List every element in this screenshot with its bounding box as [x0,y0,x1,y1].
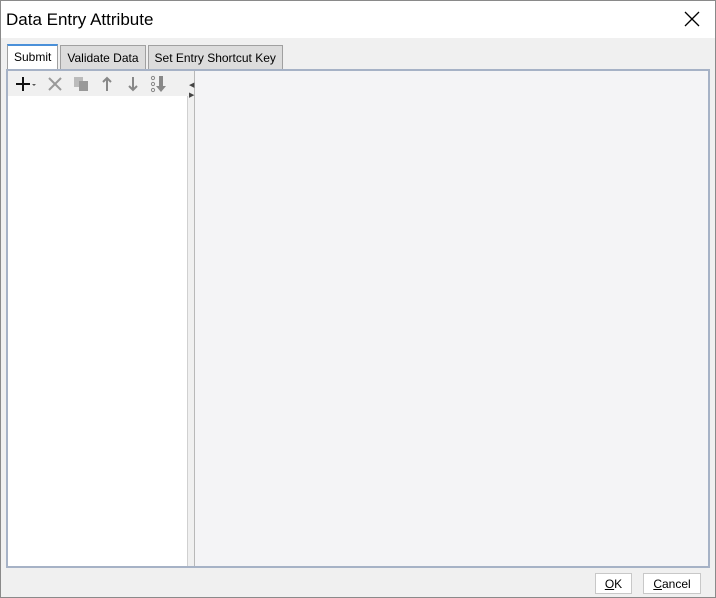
move-down-icon [128,76,138,91]
copy-icon [74,76,88,91]
delete-icon [48,76,62,91]
tab-validate-data[interactable]: Validate Data [60,45,146,70]
tab-submit[interactable]: Submit [7,44,59,70]
ok-mnemonic: O [604,576,615,591]
move-up-button[interactable] [96,74,118,94]
title-bar: Data Entry Attribute [1,1,715,38]
dialog-window: Data Entry Attribute Submit Validate Dat… [0,0,716,598]
cancel-label: ancel [661,576,691,591]
item-list-pane [8,71,188,566]
tab-content-panel: ◀ ▶ [6,69,710,568]
sort-icon [150,75,166,92]
copy-button[interactable] [70,74,92,94]
list-toolbar [8,71,188,96]
move-down-button[interactable] [122,74,144,94]
add-button[interactable] [14,74,40,94]
cancel-mnemonic: C [653,576,662,591]
collapse-left-icon[interactable]: ◀ [189,81,194,89]
cancel-button[interactable]: Cancel [643,573,701,594]
sort-button[interactable] [148,74,170,94]
dialog-title: Data Entry Attribute [6,10,154,29]
ok-label: K [614,576,623,591]
detail-pane [195,71,708,566]
tab-bar: Submit Validate Data Set Entry Shortcut … [7,44,285,70]
move-up-icon [102,76,112,91]
delete-button[interactable] [44,74,66,94]
add-icon [16,76,36,91]
close-button[interactable] [677,5,707,33]
pane-splitter[interactable]: ◀ ▶ [188,71,195,566]
expand-right-icon[interactable]: ▶ [189,91,194,99]
tab-set-entry-shortcut-key[interactable]: Set Entry Shortcut Key [147,45,283,70]
close-icon [684,11,700,27]
ok-button[interactable]: OK [595,573,632,594]
